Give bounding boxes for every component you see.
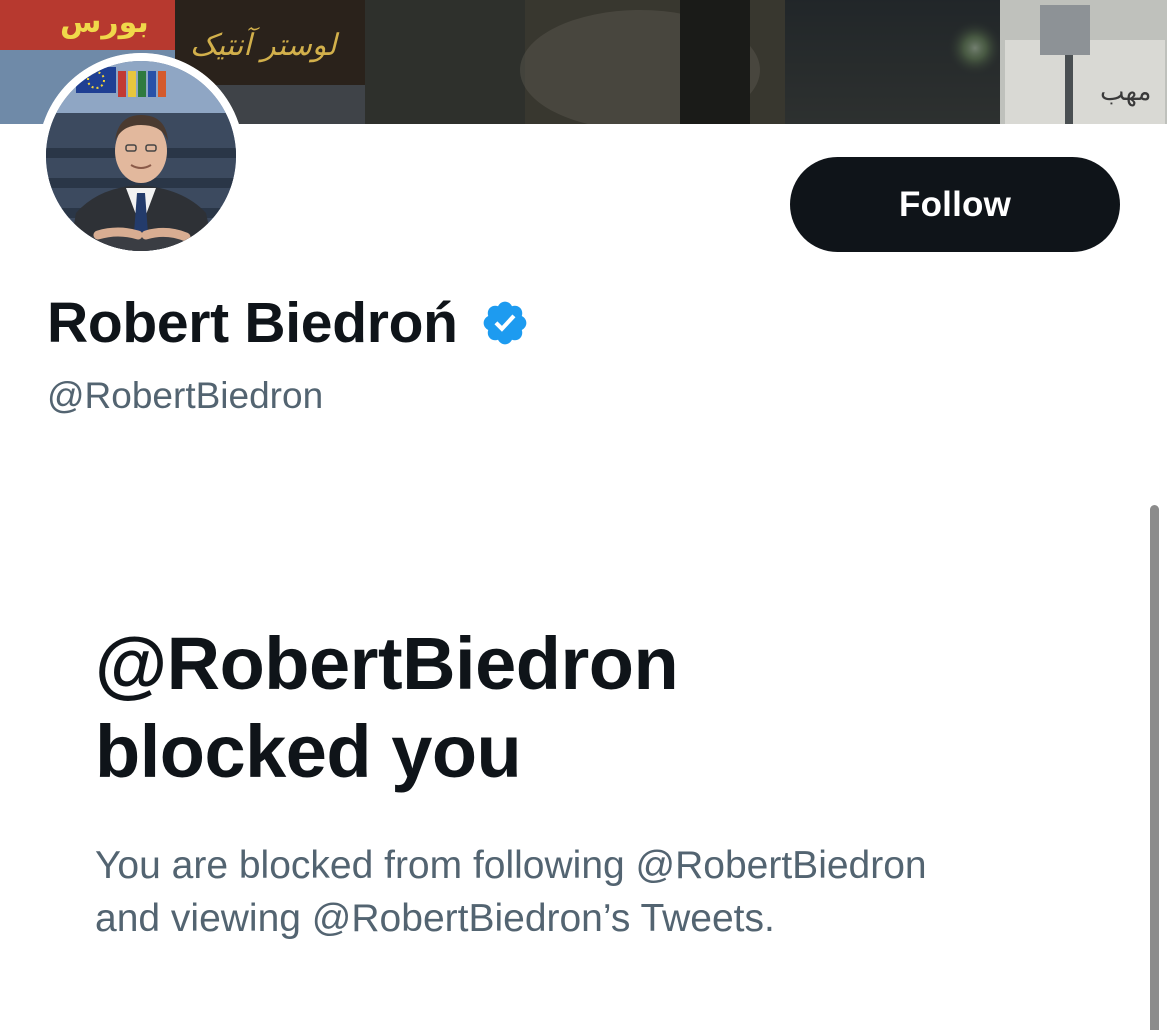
follow-button[interactable]: Follow xyxy=(790,157,1120,252)
banner-sign-left: بورس xyxy=(60,5,149,40)
display-name-row: Robert Biedroń xyxy=(47,288,530,358)
svg-text:مهب: مهب xyxy=(1100,77,1151,107)
profile-handle: @RobertBiedron xyxy=(47,375,324,416)
scrollbar-thumb[interactable] xyxy=(1150,505,1159,1030)
blocked-title-line-1: @RobertBiedron xyxy=(95,622,679,705)
blocked-description: You are blocked from following @RobertBi… xyxy=(95,839,1105,945)
avatar-photo xyxy=(38,53,244,259)
profile-avatar[interactable] xyxy=(38,53,244,259)
blocked-title-line-2: blocked you xyxy=(95,710,522,793)
verified-badge-icon[interactable] xyxy=(480,298,530,348)
blocked-description-line-1: You are blocked from following @RobertBi… xyxy=(95,844,927,887)
profile-page: بورس لوستر آنتیک مهب Follow Robert Biedr… xyxy=(0,0,1167,1030)
blocked-description-line-2: and viewing @RobertBiedron’s Tweets. xyxy=(95,897,775,940)
display-name: Robert Biedroń xyxy=(47,291,458,355)
banner-sign-center: لوستر آنتیک xyxy=(190,26,340,63)
blocked-title: @RobertBiedron blocked you xyxy=(95,620,1095,796)
